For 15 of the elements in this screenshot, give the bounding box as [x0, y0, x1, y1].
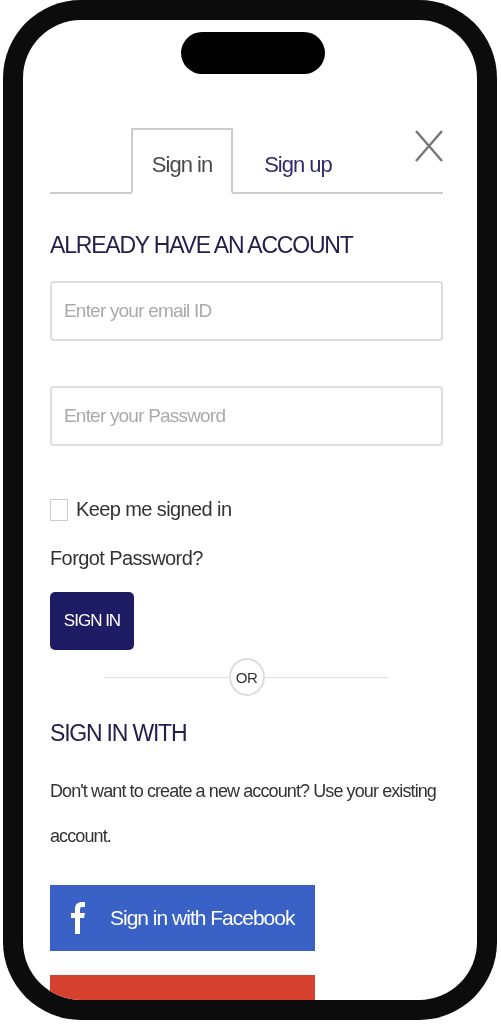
facebook-button[interactable]: Sign in with Facebook [50, 885, 315, 951]
close-icon[interactable] [415, 130, 443, 162]
or-badge: OR [228, 658, 265, 696]
forgot-password-link[interactable]: Forgot Password? [50, 547, 203, 570]
section-heading: SIGN IN WITH [50, 720, 188, 747]
email-field[interactable]: Enter your email ID [50, 281, 443, 341]
section-heading: ALREADY HAVE AN ACCOUNT [50, 232, 355, 259]
facebook-icon [70, 902, 86, 934]
description-text: Don't want to create a new account? Use your existing account. [50, 780, 437, 848]
tab[interactable]: Sign up [233, 128, 363, 194]
checkbox-label: Keep me signed in [76, 498, 232, 521]
checkbox[interactable] [50, 498, 68, 521]
tab[interactable]: Sign in [131, 128, 233, 194]
password-field[interactable]: Enter your Password [50, 386, 443, 446]
sign-in-button[interactable]: SIGN IN [50, 592, 134, 650]
